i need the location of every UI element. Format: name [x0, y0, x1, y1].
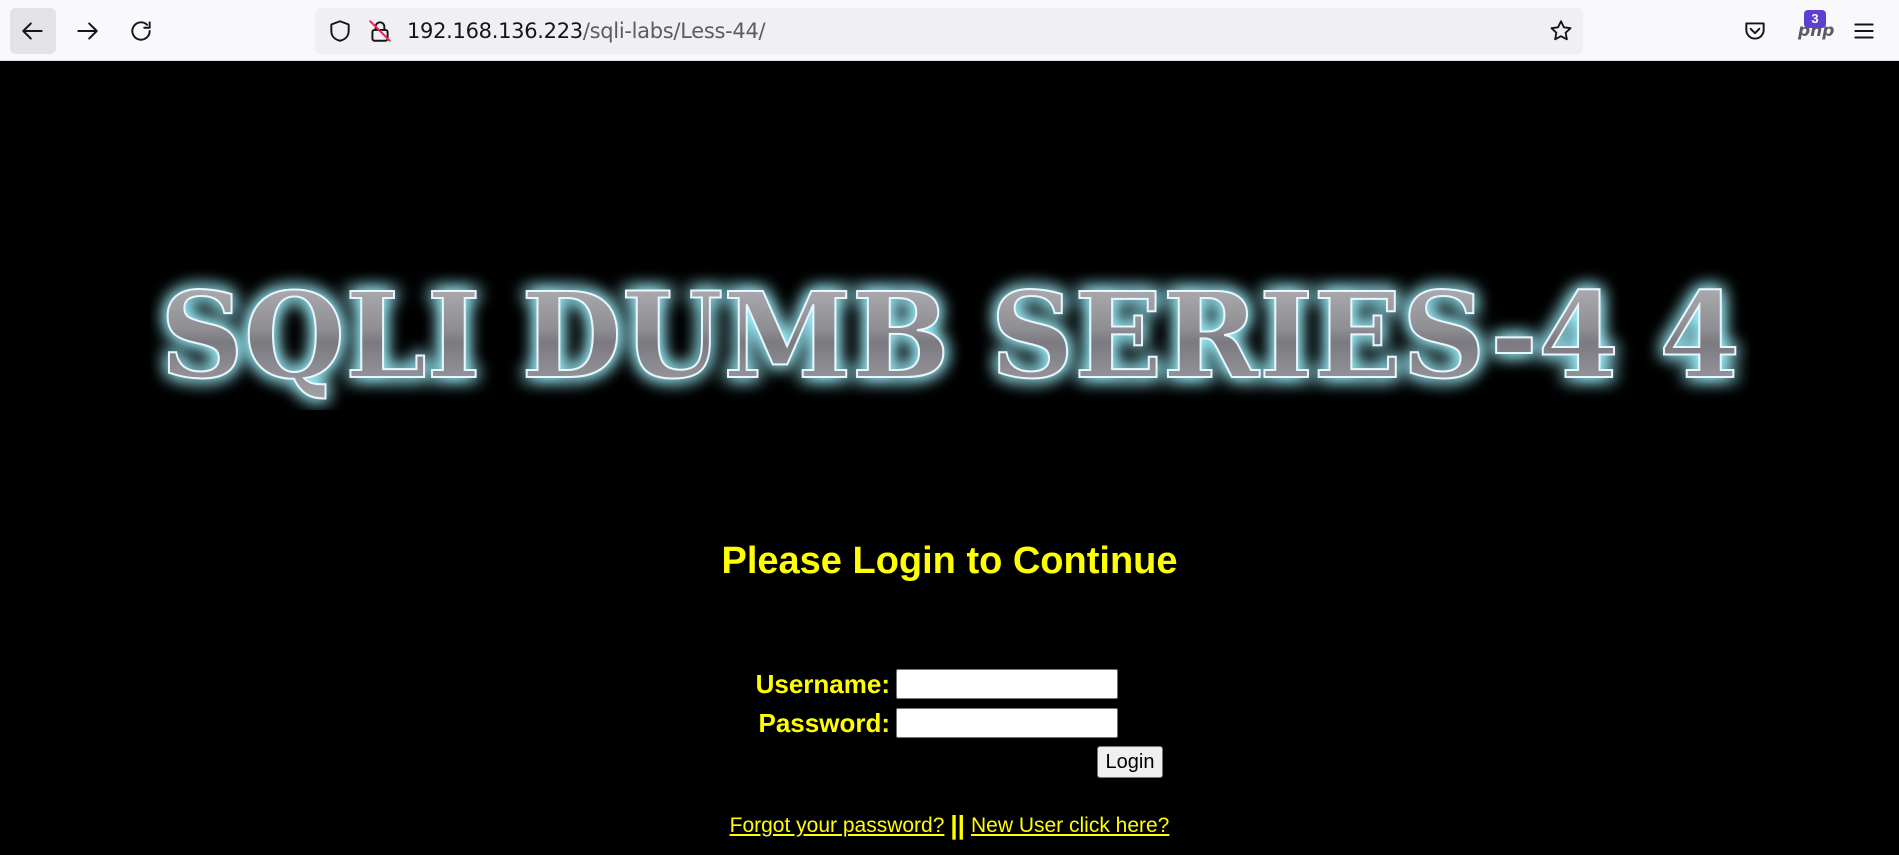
reload-icon	[131, 21, 151, 41]
url-text[interactable]: 192.168.136.223/sqli-labs/Less-44/	[407, 17, 766, 45]
shield-icon[interactable]	[327, 18, 353, 44]
arrow-left-icon	[22, 22, 43, 40]
insecure-lock-icon[interactable]	[367, 18, 393, 44]
username-input[interactable]	[896, 669, 1118, 699]
reload-button[interactable]	[118, 8, 164, 54]
login-button[interactable]: Login	[1097, 746, 1163, 778]
star-bookmark-icon[interactable]	[1548, 18, 1574, 44]
arrow-right-icon	[77, 22, 98, 40]
password-label: Password:	[758, 708, 891, 738]
menu-button[interactable]	[1841, 8, 1887, 54]
forward-button[interactable]	[64, 8, 110, 54]
sqli-dumb-series-banner: SQLI DUMB SERIES-4 4	[159, 265, 1741, 406]
address-bar[interactable]: 192.168.136.223/sqli-labs/Less-44/	[315, 8, 1583, 54]
username-label: Username:	[755, 669, 890, 699]
back-button[interactable]	[10, 8, 56, 54]
account-links: Forgot your password? || New User click he…	[0, 810, 1899, 841]
hamburger-menu-icon	[1854, 23, 1874, 39]
banner-text: SQLI DUMB SERIES-4 4	[160, 266, 1740, 405]
pocket-button[interactable]	[1732, 8, 1778, 54]
extension-badge: 3	[1804, 10, 1826, 28]
link-separator: ||	[950, 810, 965, 840]
page-heading: Please Login to Continue	[721, 540, 1178, 582]
password-input[interactable]	[896, 708, 1118, 738]
url-path: /sqli-labs/Less-44/	[582, 19, 766, 43]
url-host: 192.168.136.223	[407, 19, 583, 43]
new-user-link[interactable]: New User click here?	[971, 814, 1169, 837]
browser-toolbar: 192.168.136.223/sqli-labs/Less-44/ php 3	[0, 0, 1899, 61]
pocket-icon	[1745, 22, 1765, 40]
forgot-password-link[interactable]: Forgot your password?	[730, 814, 945, 837]
